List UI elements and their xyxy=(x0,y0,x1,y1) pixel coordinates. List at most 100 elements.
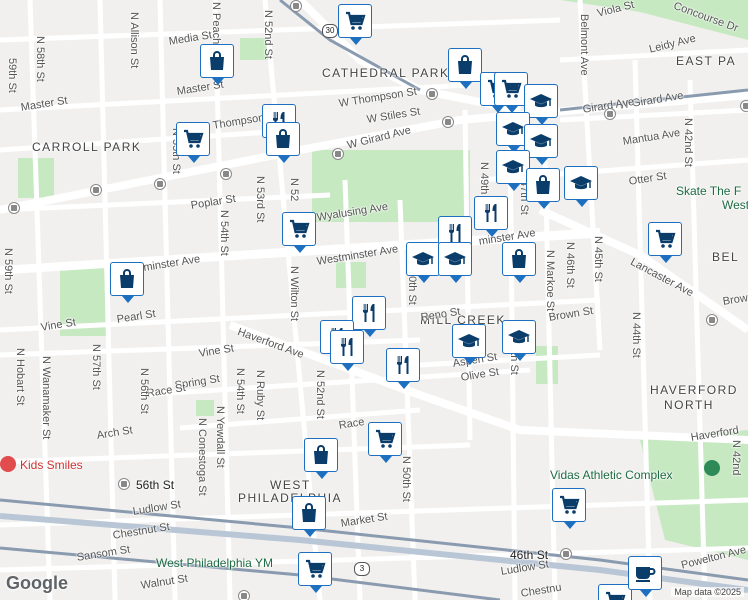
label-n-46th-st: N 46th St xyxy=(564,242,576,288)
label-cathedral-park: CATHEDRAL PARK xyxy=(322,66,450,80)
label-n-59th-st: N 59th St xyxy=(2,248,14,294)
label-west-philadelphia-ymca[interactable]: West Philadelphia YM xyxy=(156,556,273,570)
label-n-42nd-south: N 42nd xyxy=(730,440,742,476)
label-n-44th-st: N 44th St xyxy=(630,312,642,358)
restaurant-icon xyxy=(362,304,375,322)
restaurant-icon xyxy=(396,356,409,374)
bus-stop-icon[interactable] xyxy=(604,108,616,120)
map-pin-graduation-cap[interactable] xyxy=(452,324,486,365)
map-pin-graduation-cap[interactable] xyxy=(502,320,536,361)
label-kids-smiles[interactable]: Kids Smiles xyxy=(20,458,83,472)
label-belmont-ave: Belmont Ave xyxy=(578,14,590,76)
map-pin-graduation-cap[interactable] xyxy=(564,166,598,207)
label-n-49th: N 49th xyxy=(478,162,490,195)
graduation-cap-icon xyxy=(508,330,530,344)
map-pin-shopping-cart[interactable] xyxy=(298,552,332,593)
label-n-42nd-st: N 42nd St xyxy=(682,118,694,167)
label-n-56th-st: N 56th St xyxy=(138,368,150,414)
label-west: WEST xyxy=(270,478,311,492)
map-pin-restaurant[interactable] xyxy=(330,330,364,371)
label-n-45th-st: N 45th St xyxy=(592,236,604,282)
label-n-markoe-st: N Markoe St xyxy=(544,250,556,312)
label-n-hobart-st: N Hobart St xyxy=(14,348,26,406)
subway-station-icon[interactable] xyxy=(560,548,572,560)
label-n-ruby-st: N Ruby St xyxy=(254,370,266,421)
label-n-58th-st: N 58th St xyxy=(34,36,46,82)
bus-stop-icon[interactable] xyxy=(740,100,748,112)
map-pin-shopping-cart[interactable] xyxy=(598,584,632,600)
shopping-bag-icon xyxy=(276,129,290,148)
shopping-cart-icon xyxy=(560,495,580,514)
bus-stop-icon[interactable] xyxy=(8,202,20,214)
label-n-54th-st-south: N 54th St xyxy=(234,368,246,414)
map-pin-shopping-cart[interactable] xyxy=(282,212,316,253)
label-59th-st: 59th St xyxy=(6,58,18,93)
label-n-52nd-st-south: N 52nd St xyxy=(314,370,326,419)
map-pin-shopping-bag[interactable] xyxy=(304,438,338,479)
bus-stop-icon[interactable] xyxy=(332,148,344,160)
map-pin-graduation-cap[interactable] xyxy=(406,242,440,283)
map-pin-shopping-bag[interactable] xyxy=(502,242,536,283)
graduation-cap-icon xyxy=(530,134,552,148)
bus-stop-icon[interactable] xyxy=(290,0,302,12)
park-area xyxy=(196,400,214,416)
shopping-cart-icon xyxy=(346,11,366,30)
label-n-yewdall-st: N Yewdall St xyxy=(214,406,226,468)
label-bel: BEL xyxy=(712,250,740,264)
label-vidas-athletic-complex[interactable]: Vidas Athletic Complex xyxy=(550,468,673,482)
map-pin-shopping-cart[interactable] xyxy=(338,4,372,45)
label-skate-west[interactable]: West xyxy=(722,198,748,212)
map-pin-coffee[interactable] xyxy=(628,556,662,597)
map-pin-restaurant[interactable] xyxy=(352,296,386,337)
bus-stop-icon[interactable] xyxy=(442,116,454,128)
map-pin-shopping-cart[interactable] xyxy=(648,222,682,263)
label-n-conestoga-st: N Conestoga St xyxy=(196,418,208,496)
graduation-cap-icon xyxy=(412,252,434,266)
map-pin-graduation-cap[interactable] xyxy=(438,242,472,283)
map-pin-shopping-bag[interactable] xyxy=(110,262,144,303)
map-pin-restaurant[interactable] xyxy=(474,196,508,237)
map-data-credit[interactable]: Map data ©2025 xyxy=(671,587,744,597)
shopping-bag-icon xyxy=(314,445,328,464)
label-philadelphia: PHILADELPHIA xyxy=(238,491,343,505)
bus-stop-icon[interactable] xyxy=(90,184,102,196)
bus-stop-icon[interactable] xyxy=(238,590,250,600)
sports-complex-marker-icon[interactable] xyxy=(704,460,720,476)
map-pin-shopping-cart[interactable] xyxy=(176,122,210,163)
google-logo[interactable]: Google xyxy=(6,573,68,594)
dentist-marker-icon[interactable] xyxy=(0,456,16,472)
shopping-cart-icon xyxy=(290,219,310,238)
label-n-52nd-st: N 52nd St xyxy=(262,10,274,59)
map-pin-shopping-bag[interactable] xyxy=(448,48,482,89)
map-pin-shopping-bag[interactable] xyxy=(266,122,300,163)
label-46th-st-station[interactable]: 46th St xyxy=(510,548,548,562)
map-pin-shopping-cart[interactable] xyxy=(494,72,528,113)
graduation-cap-icon xyxy=(444,252,466,266)
bus-stop-icon[interactable] xyxy=(426,88,438,100)
bus-stop-icon[interactable] xyxy=(706,314,718,326)
map-pin-shopping-cart[interactable] xyxy=(552,488,586,529)
bus-stop-icon[interactable] xyxy=(220,168,232,180)
shopping-bag-icon xyxy=(536,175,550,194)
shopping-bag-icon xyxy=(458,55,472,74)
subway-station-icon[interactable] xyxy=(118,478,130,490)
graduation-cap-icon xyxy=(530,94,552,108)
label-skate-the-foundry[interactable]: Skate The F xyxy=(676,184,741,198)
bus-stop-icon[interactable] xyxy=(154,178,166,190)
shopping-bag-icon xyxy=(210,51,224,70)
label-n-57th-st: N 57th St xyxy=(90,344,102,390)
graduation-cap-icon xyxy=(570,176,592,190)
label-n-wanamaker-st: N Wanamaker St xyxy=(40,356,52,440)
map-pin-shopping-bag[interactable] xyxy=(200,44,234,85)
map-pin-shopping-cart[interactable] xyxy=(368,422,402,463)
graduation-cap-icon xyxy=(458,334,480,348)
label-n-53rd-st: N 53rd St xyxy=(254,176,266,223)
map-pin-restaurant[interactable] xyxy=(386,348,420,389)
map-pin-shopping-bag[interactable] xyxy=(526,168,560,209)
graduation-cap-icon xyxy=(502,122,524,136)
map-pin-graduation-cap[interactable] xyxy=(496,150,530,191)
map-canvas[interactable]: CATHEDRAL PARK EAST PA CARROLL PARK MILL… xyxy=(0,0,748,600)
map-pin-shopping-bag[interactable] xyxy=(292,496,326,537)
label-56th-st-station[interactable]: 56th St xyxy=(136,478,174,492)
label-east-park: EAST PA xyxy=(676,54,737,68)
